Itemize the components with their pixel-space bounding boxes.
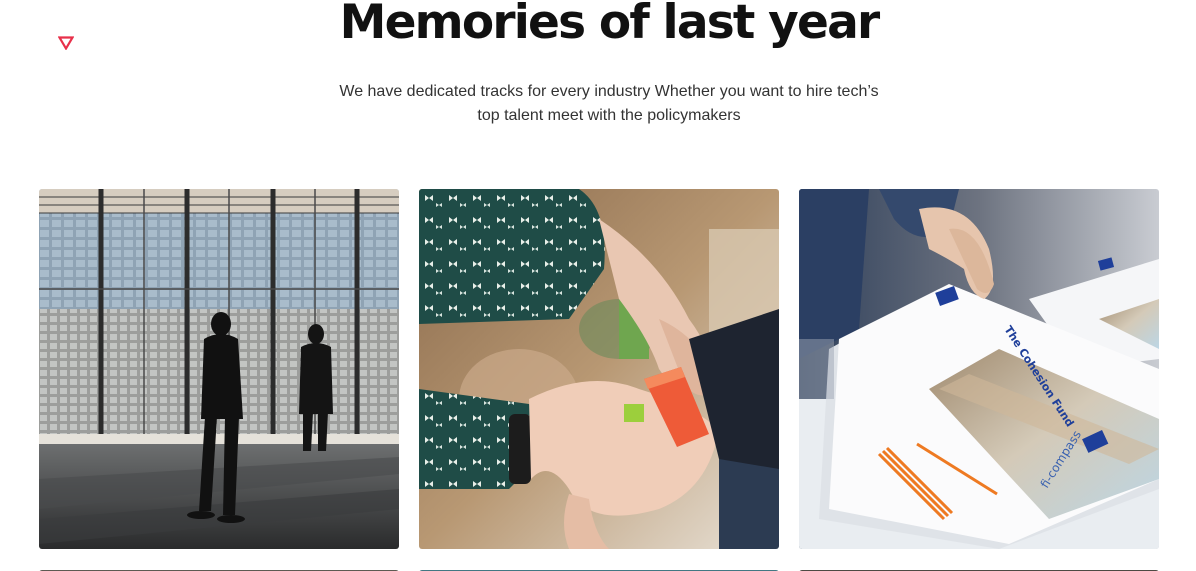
business-people-window-image	[39, 189, 399, 549]
wristband-image	[419, 189, 779, 549]
gallery-photo-brochures[interactable]: The Cohesion Fund fi-compass	[799, 189, 1159, 549]
subtitle-line-2: top talent meet with the policymakers	[477, 107, 741, 124]
memories-section: Memories of last year We have dedicated …	[0, 0, 1196, 571]
subtitle-line-1: We have dedicated tracks for every indus…	[339, 83, 879, 100]
section-title: Memories of last year	[339, 0, 881, 50]
section-subtitle: We have dedicated tracks for every indus…	[330, 80, 888, 128]
gallery-photo-wristband[interactable]	[419, 189, 779, 549]
brochures-image: The Cohesion Fund fi-compass	[799, 189, 1159, 549]
gallery-photo-window[interactable]	[39, 189, 399, 549]
